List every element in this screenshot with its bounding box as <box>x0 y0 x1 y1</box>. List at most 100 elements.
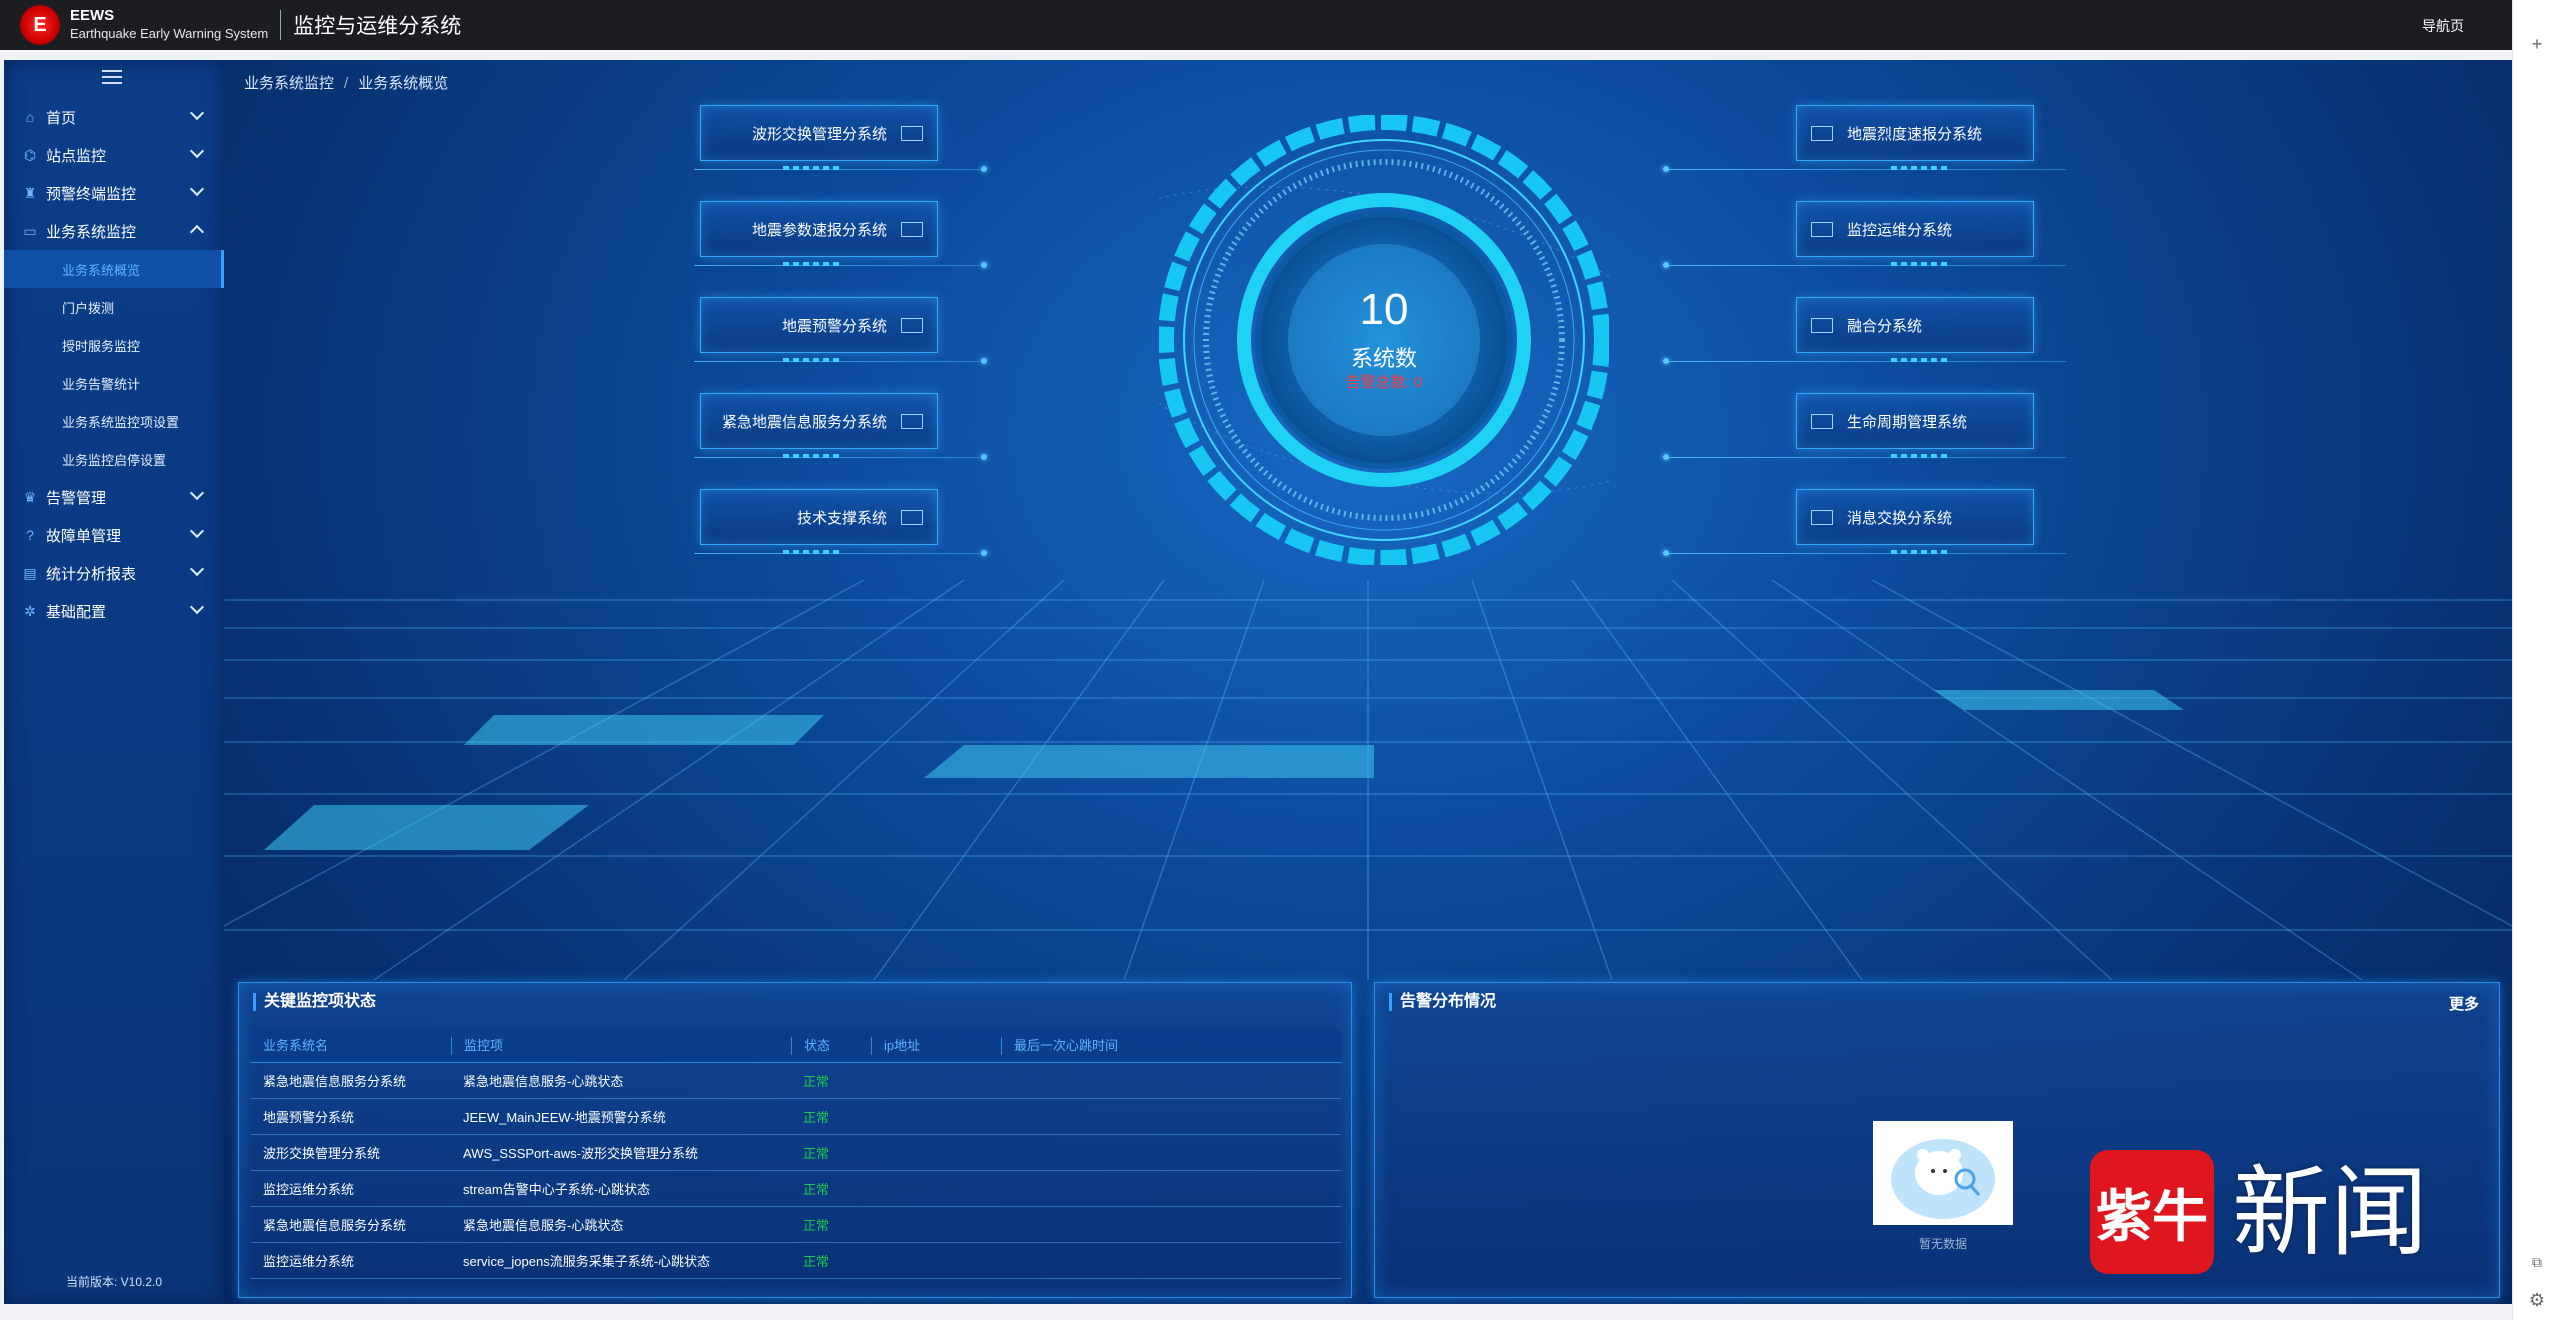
column-header[interactable]: 监控项 <box>451 1036 791 1055</box>
sidebar-item-terminal-monitor[interactable]: ♜ 预警终端监控 <box>4 174 224 212</box>
table-row[interactable]: 紧急地震信息服务分系统 紧急地震信息服务-心跳状态 正常 <box>251 1063 1341 1099</box>
top-header: E EEWS Earthquake Early Warning System 监… <box>0 0 2512 50</box>
subsystem-technical-support[interactable]: 技术支撑系统 <box>700 489 938 554</box>
cell-system: 监控运维分系统 <box>263 1254 355 1269</box>
column-header[interactable]: 业务系统名 <box>251 1037 451 1055</box>
cell-status: 正常 <box>803 1074 830 1089</box>
cell-system: 波形交换管理分系统 <box>263 1146 381 1161</box>
subsystem-emergency-info[interactable]: 紧急地震信息服务分系统 <box>700 393 938 458</box>
station-icon: ⌬ <box>23 146 37 163</box>
sidebar-item-label: 业务系统监控 <box>46 223 137 241</box>
subsystem-earthquake-warning[interactable]: 地震预警分系统 <box>700 297 938 362</box>
cell-status: 正常 <box>803 1218 830 1233</box>
gear-icon[interactable]: ⚙ <box>2527 1290 2547 1310</box>
subsystem-label: 融合分系统 <box>1847 317 1923 335</box>
panel-title: 关键监控项状态 <box>253 993 376 1011</box>
cell-item: stream告警中心子系统-心跳状态 <box>463 1182 651 1197</box>
subsystem-label: 地震参数速报分系统 <box>751 221 887 239</box>
subsystem-parameter-report[interactable]: 地震参数速报分系统 <box>700 201 938 266</box>
sidebar: ⌂ 首页 ⌬ 站点监控 ♜ 预警终端监控 ▭ 业务系统监控 业务系统概览 门户拨… <box>4 60 224 1304</box>
sidebar-item-station-monitor[interactable]: ⌬ 站点监控 <box>4 136 224 174</box>
sidebar-item-home[interactable]: ⌂ 首页 <box>4 98 224 136</box>
subsystem-intensity-report[interactable]: 地震烈度速报分系统 <box>1796 105 2034 170</box>
sidebar-subitem-portal-probe[interactable]: 门户拨测 <box>4 288 224 326</box>
status-indicator <box>1811 317 1833 333</box>
subsystem-lifecycle[interactable]: 生命周期管理系统 <box>1796 393 2034 458</box>
cell-item: AWS_SSSPort-aws-波形交换管理分系统 <box>463 1146 698 1161</box>
report-icon: ▤ <box>23 564 37 581</box>
sidebar-item-label: 预警终端监控 <box>46 185 137 203</box>
navigation-page-link[interactable]: 导航页 <box>2422 16 2464 36</box>
status-indicator <box>901 509 923 525</box>
subsystem-label: 波形交换管理分系统 <box>751 125 887 143</box>
sidebar-subitem-monitor-settings[interactable]: 业务系统监控项设置 <box>4 402 224 440</box>
table-row[interactable]: 地震预警分系统 JEEW_MainJEEW-地震预警分系统 正常 <box>251 1099 1341 1135</box>
status-indicator <box>1811 509 1833 525</box>
table-row[interactable]: 监控运维分系统 stream告警中心子系统-心跳状态 正常 <box>251 1171 1341 1207</box>
empty-state-bear-icon <box>1873 1121 2013 1225</box>
system-count-label: 系统数 <box>1350 346 1417 371</box>
cell-system: 紧急地震信息服务分系统 <box>263 1218 407 1233</box>
cell-item: JEEW_MainJEEW-地震预警分系统 <box>463 1110 666 1125</box>
subsystem-fusion[interactable]: 融合分系统 <box>1796 297 2034 362</box>
table-row[interactable]: 监控运维分系统 service_jopens流服务采集子系统-心跳状态 正常 <box>251 1243 1341 1279</box>
sidebar-item-alarm-management[interactable]: ♛ 告警管理 <box>4 478 224 516</box>
subsystem-label: 消息交换分系统 <box>1847 509 1953 527</box>
sidebar-item-business-monitor[interactable]: ▭ 业务系统监控 <box>4 212 224 250</box>
cell-system: 地震预警分系统 <box>263 1110 355 1125</box>
column-header[interactable]: 状态 <box>791 1036 871 1055</box>
chevron-down-icon <box>189 105 205 121</box>
sidebar-item-base-config[interactable]: ✲ 基础配置 <box>4 592 224 630</box>
sidebar-item-label: 故障单管理 <box>46 527 122 545</box>
eews-logo-icon: E <box>20 5 60 45</box>
cell-status: 正常 <box>803 1254 830 1269</box>
subsystem-diagram: 波形交换管理分系统 地震参数速报分系统 地震预警分系统 紧急地震信息服务分系统 … <box>224 60 2512 980</box>
status-indicator <box>901 221 923 237</box>
chevron-down-icon <box>189 181 205 197</box>
column-header[interactable]: 最后一次心跳时间 <box>1001 1036 1341 1055</box>
table-row[interactable]: 紧急地震信息服务分系统 紧急地震信息服务-心跳状态 正常 <box>251 1207 1341 1243</box>
watermark-text: 新闻 <box>2232 1156 2429 1270</box>
question-icon: ? <box>26 527 34 543</box>
status-indicator <box>1811 221 1833 237</box>
menu-toggle-icon[interactable] <box>102 70 122 86</box>
home-icon: ⌂ <box>25 109 35 125</box>
subsystem-message-exchange[interactable]: 消息交换分系统 <box>1796 489 2034 554</box>
subsystem-waveform-exchange[interactable]: 波形交换管理分系统 <box>700 105 938 170</box>
sidebar-item-fault-ticket[interactable]: ? 故障单管理 <box>4 516 224 554</box>
table-row[interactable]: 波形交换管理分系统 AWS_SSSPort-aws-波形交换管理分系统 正常 <box>251 1135 1341 1171</box>
sidebar-subitem-start-stop-settings[interactable]: 业务监控启停设置 <box>4 440 224 478</box>
sidebar-item-label: 站点监控 <box>46 147 107 165</box>
sidebar-subitem-overview[interactable]: 业务系统概览 <box>4 250 224 288</box>
cell-item: 紧急地震信息服务-心跳状态 <box>463 1074 624 1089</box>
plus-icon[interactable]: + <box>2527 34 2547 54</box>
subsystem-label: 监控运维分系统 <box>1847 221 1953 239</box>
empty-state-text: 暂无数据 <box>1918 1237 1967 1251</box>
chevron-down-icon <box>189 143 205 159</box>
sidebar-item-label: 首页 <box>46 109 77 127</box>
subsystem-monitoring-ops[interactable]: 监控运维分系统 <box>1796 201 2034 266</box>
status-indicator <box>1811 413 1833 429</box>
app-title: 监控与运维分系统 <box>293 15 462 38</box>
sidebar-item-statistics-report[interactable]: ▤ 统计分析报表 <box>4 554 224 592</box>
gear-icon: ✲ <box>24 602 36 619</box>
cell-status: 正常 <box>803 1182 830 1197</box>
subsystem-label: 地震预警分系统 <box>781 317 887 335</box>
terminal-icon: ♜ <box>23 184 37 201</box>
chevron-down-icon <box>189 599 205 615</box>
monitor-table: 业务系统名 监控项 状态 ip地址 最后一次心跳时间 紧急地震信息服务分系统 紧… <box>251 1029 1341 1279</box>
screenshot-icon[interactable]: ⧉ <box>2527 1252 2547 1272</box>
key-monitor-panel: 关键监控项状态 业务系统名 监控项 状态 ip地址 最后一次心跳时间 紧急地震信… <box>238 982 1352 1298</box>
cell-system: 监控运维分系统 <box>263 1182 355 1197</box>
news-watermark: 紫牛 新闻 <box>2090 1150 2480 1280</box>
sidebar-subitem-timing-service[interactable]: 授时服务监控 <box>4 326 224 364</box>
alarm-icon: ♛ <box>23 488 37 505</box>
status-indicator <box>901 413 923 429</box>
column-header[interactable]: ip地址 <box>871 1036 1001 1055</box>
subsystem-label: 生命周期管理系统 <box>1847 413 1968 431</box>
sidebar-subitem-alarm-stats[interactable]: 业务告警统计 <box>4 364 224 402</box>
more-link[interactable]: 更多 <box>2449 993 2479 1014</box>
subsystem-label: 技术支撑系统 <box>796 509 887 527</box>
alarm-total: 告警总数: 0 <box>1345 374 1423 391</box>
main-content: 业务系统监控 / 业务系统概览 波形交换管理分系统 地震参数速报分系统 地震预警分系… <box>224 60 2512 1304</box>
